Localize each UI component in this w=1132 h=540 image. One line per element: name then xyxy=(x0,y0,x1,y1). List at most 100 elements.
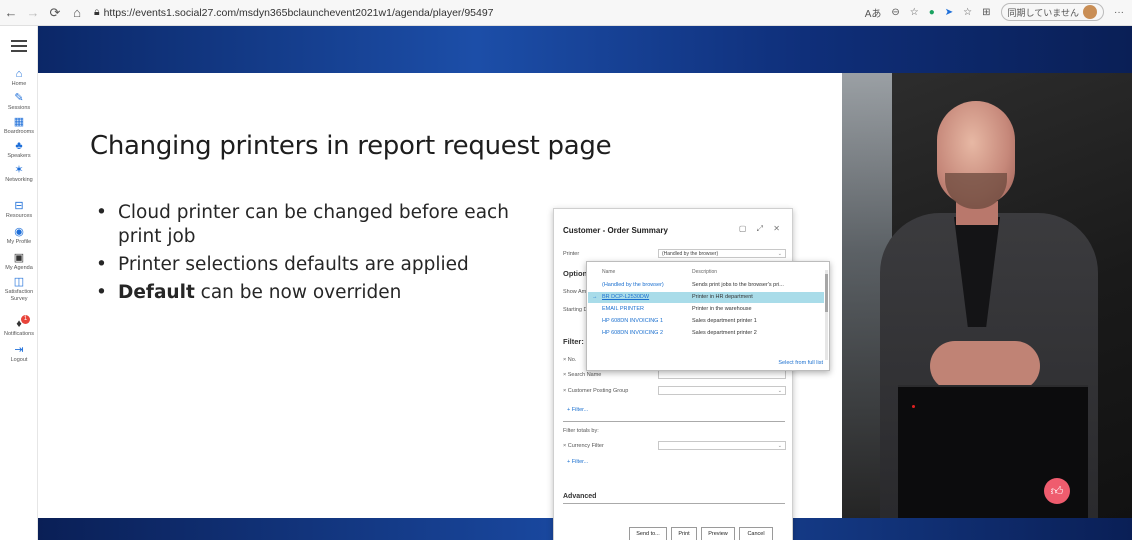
more-icon[interactable]: ··· xyxy=(1114,7,1124,18)
sidebar-item-satisfaction-survey[interactable]: ◫ Satisfaction Survey xyxy=(0,276,38,303)
sidebar-item-label: Resources xyxy=(5,213,33,219)
presenter-video xyxy=(842,73,1132,518)
search-name-label: × Search Name xyxy=(563,372,602,378)
collections-icon[interactable]: ⊞ xyxy=(982,7,990,18)
dialog-title: Customer - Order Summary xyxy=(563,226,668,235)
currency-filter-label: × Currency Filter xyxy=(563,443,604,449)
print-button: Print xyxy=(671,527,697,540)
dropdown-row: HP 608DN INVOICING 2 Sales department pri… xyxy=(602,330,757,336)
sidebar-item-label: Satisfaction Survey xyxy=(4,289,34,302)
chevron-down-icon: ⌄ xyxy=(777,388,782,394)
sidebar-item-my-agenda[interactable]: ▣ My Agenda xyxy=(0,252,38,272)
options-section: Option xyxy=(563,269,588,278)
column-header-name: Name xyxy=(602,269,616,275)
currency-filter-field: ⌄ xyxy=(658,441,786,450)
dropdown-row: HP 608DN INVOICING 1 Sales department pri… xyxy=(602,318,757,324)
dropdown-row: (Handled by the browser) Sends print jobs… xyxy=(602,282,784,288)
sidebar-item-label: Notifications xyxy=(4,331,34,337)
printer-label: Printer xyxy=(563,251,580,257)
sidebar-item-label: Sessions xyxy=(7,105,31,111)
lock-icon: 🔒︎ xyxy=(94,6,100,18)
starting-date-label: Starting D xyxy=(563,307,588,313)
arrow-right-icon: → xyxy=(592,294,598,300)
preview-button: Preview xyxy=(701,527,735,540)
sidebar-item-label: Speakers xyxy=(7,153,31,159)
advanced-section: Advanced xyxy=(563,493,597,500)
back-icon[interactable]: ← xyxy=(0,2,22,24)
slide-title: Changing printers in report request page xyxy=(90,131,612,161)
url-text: https://events1.social27.com/msdyn365bcl… xyxy=(103,6,494,19)
presenter-hands xyxy=(930,341,1040,391)
favorite-icon[interactable]: ☆ xyxy=(910,7,919,18)
filter-totals-label: Filter totals by: xyxy=(563,428,599,434)
hamburger-menu-icon[interactable] xyxy=(11,40,27,52)
order-summary-dialog: Customer - Order Summary ▢ ⤢ ✕ Printer (… xyxy=(553,208,793,540)
sidebar-item-logout[interactable]: ⇥ Logout xyxy=(0,344,38,364)
sidebar-item-label: My Profile xyxy=(6,239,32,245)
dialog-window-controls: ▢ ⤢ ✕ xyxy=(738,224,784,233)
like-button[interactable]: 👍︎ xyxy=(1044,478,1070,504)
bullet-item: Cloud printer can be changed before each… xyxy=(90,201,530,249)
divider xyxy=(563,421,785,422)
dropdown-scrollbar xyxy=(825,270,828,360)
posting-group-field: ⌄ xyxy=(658,386,786,395)
select-full-list-link: Select from full list xyxy=(778,360,823,366)
column-header-description: Description xyxy=(692,269,718,275)
address-bar[interactable]: 🔒︎ https://events1.social27.com/msdyn365… xyxy=(94,6,494,19)
sidebar-item-speakers[interactable]: ♣ Speakers xyxy=(0,140,38,160)
sidebar-item-label: Boardrooms xyxy=(4,129,34,135)
profile-sync-button[interactable]: 同期していません xyxy=(1000,3,1104,21)
laptop-led xyxy=(912,405,915,408)
favorites-bar-icon[interactable]: ☆ xyxy=(963,7,972,18)
sidebar-item-notifications[interactable]: ♦ 1 Notifications xyxy=(0,315,38,338)
home-browser-icon[interactable]: ⌂ xyxy=(66,2,88,24)
sidebar-item-label: Networking xyxy=(5,177,33,183)
browser-toolbar: ← → ⟳ ⌂ 🔒︎ https://events1.social27.com/… xyxy=(0,0,1132,26)
bullet-item: Printer selections defaults are applied xyxy=(90,253,530,277)
printer-select: (Handled by the browser) ⌄ xyxy=(658,249,786,258)
logout-icon: ⇥ xyxy=(14,344,24,356)
forward-icon[interactable]: → xyxy=(22,2,44,24)
presentation-slide: Changing printers in report request page… xyxy=(38,73,842,540)
send-to-button: Send to... xyxy=(629,527,667,540)
home-icon: ⌂ xyxy=(15,68,23,80)
thumbs-up-icon: 👍︎ xyxy=(1050,484,1064,498)
search-name-field xyxy=(658,370,786,379)
sidebar-item-my-profile[interactable]: ◉ My Profile xyxy=(0,226,38,246)
sidebar-item-label: Logout xyxy=(10,357,28,363)
dropdown-row: EMAIL PRINTER Printer in the warehouse xyxy=(602,306,752,312)
sidebar-item-networking[interactable]: ✶ Networking xyxy=(0,164,38,184)
agenda-icon: ▣ xyxy=(13,252,25,264)
extension-blue-icon[interactable]: ➤ xyxy=(945,7,953,18)
survey-icon: ◫ xyxy=(13,276,25,288)
sync-label: 同期していません xyxy=(1007,7,1079,18)
slide-header-band xyxy=(38,26,1132,73)
sidebar: ⌂ Home ✎ Sessions ▦ Boardrooms ♣ Speakers ✶ N… xyxy=(0,26,38,540)
sidebar-item-label: My Agenda xyxy=(5,265,33,271)
chevron-down-icon: ⌄ xyxy=(777,443,782,449)
filter-no-label: × No. xyxy=(563,357,577,363)
read-aloud-icon[interactable]: Aあ xyxy=(865,5,882,20)
refresh-icon[interactable]: ⟳ xyxy=(44,2,66,24)
pencil-icon: ✎ xyxy=(14,92,24,104)
show-amounts-label: Show Am xyxy=(563,289,587,295)
zoom-icon[interactable]: ⊖ xyxy=(891,7,899,18)
add-filter-link: + Filter... xyxy=(567,407,589,413)
browser-extensions: Aあ ⊖ ☆ ● ➤ ☆ ⊞ 同期していません ··· xyxy=(865,3,1124,21)
bullet-item: Default can be now overriden xyxy=(90,281,530,305)
avatar xyxy=(1083,5,1097,19)
speaker-icon: ♣ xyxy=(15,140,23,152)
extension-green-icon[interactable]: ● xyxy=(929,7,935,18)
chevron-down-icon: ⌄ xyxy=(777,251,782,257)
dropdown-row-selected: → BR DCP-L2530DW Printer in HR department xyxy=(588,292,824,303)
sidebar-item-boardrooms[interactable]: ▦ Boardrooms xyxy=(0,116,38,136)
video-player[interactable]: Changing printers in report request page… xyxy=(38,26,1132,540)
calendar-icon: ▦ xyxy=(13,116,25,128)
sidebar-item-resources[interactable]: ⊟ Resources xyxy=(0,200,38,220)
posting-group-label: × Customer Posting Group xyxy=(563,388,629,394)
resources-icon: ⊟ xyxy=(14,200,24,212)
sidebar-item-sessions[interactable]: ✎ Sessions xyxy=(0,92,38,112)
profile-icon: ◉ xyxy=(14,226,24,238)
network-icon: ✶ xyxy=(14,164,24,176)
sidebar-item-home[interactable]: ⌂ Home xyxy=(0,68,38,88)
